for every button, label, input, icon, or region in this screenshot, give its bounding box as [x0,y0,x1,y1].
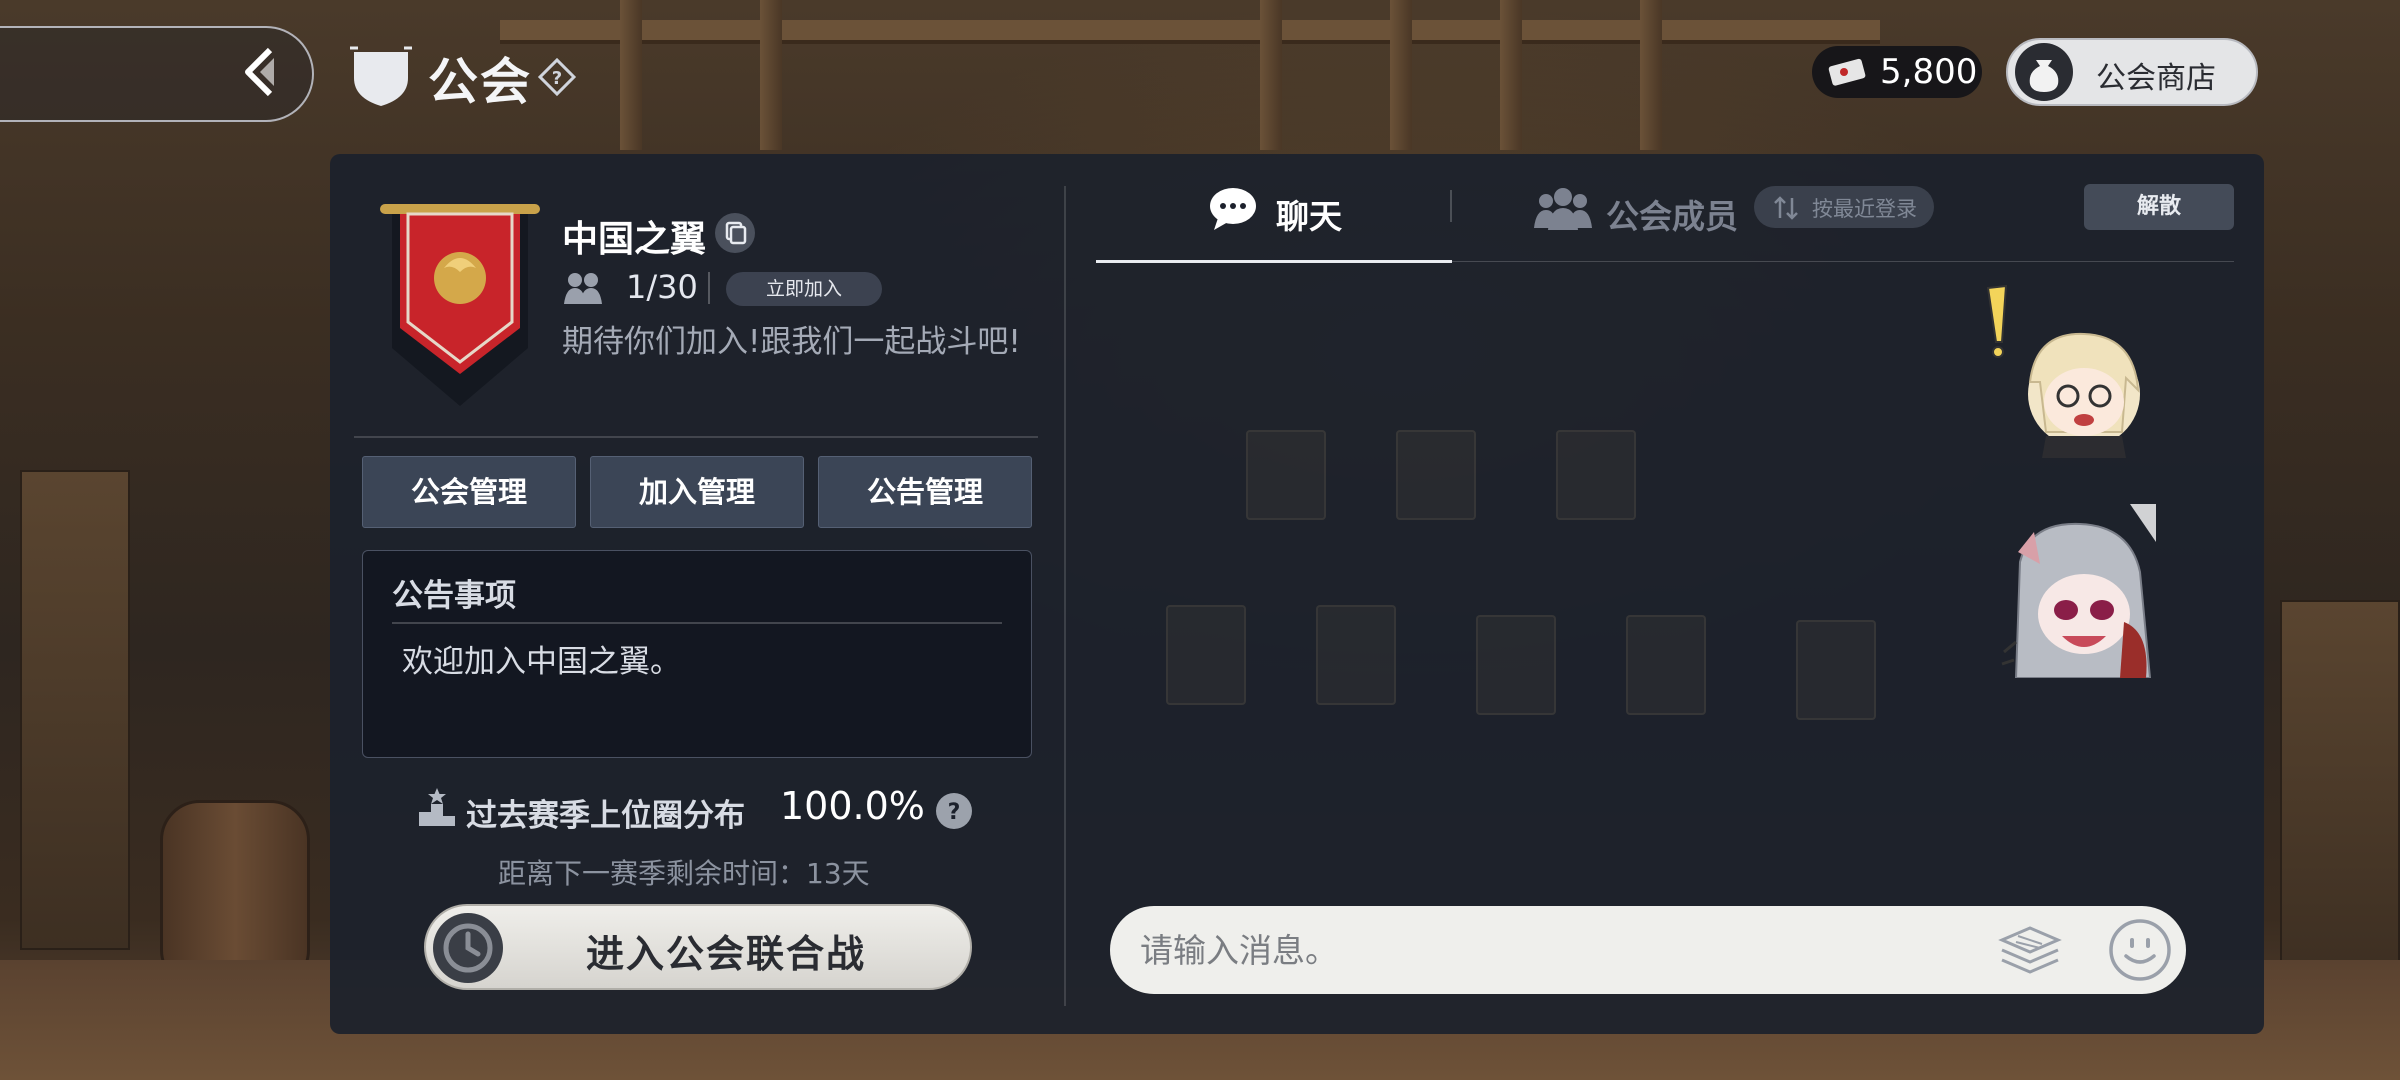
guild-banner-emblem [380,204,540,406]
blonde-girl-exclaim-sticker[interactable] [1976,282,2146,458]
notice-body: 欢迎加入中国之翼。 [402,644,681,680]
help-icon[interactable]: ? [537,57,577,97]
layers-stack-icon[interactable] [1996,922,2064,980]
page-title: 公会 [428,53,532,111]
background-frame [1316,605,1396,705]
money-bag-icon[interactable] [2014,42,2074,102]
background-frame [1396,430,1476,520]
background-post [760,0,782,150]
ranking-label: 过去赛季上位圈分布 [466,798,745,834]
copy-icon[interactable] [714,212,756,254]
background-crate [2280,600,2400,980]
guild-description: 期待你们加入!跟我们一起战斗吧! [562,324,1021,360]
members-icon [564,273,602,304]
guild-management-button[interactable]: 公会管理 [362,456,576,528]
ticket-icon [1828,58,1866,86]
background-post [620,0,642,150]
enter-guild-war-label[interactable]: 进入公会联合战 [586,923,866,978]
members-icon[interactable] [1534,186,1592,230]
background-frame [1556,430,1636,520]
emoji-smile-icon[interactable] [2108,918,2172,982]
guild-name: 中国之翼 [562,219,707,260]
timer-icon [433,913,503,983]
background-frame [1246,430,1326,520]
season-remaining-time: 距离下一赛季剩余时间：13天 [498,857,870,890]
background-post [1390,0,1412,150]
sort-icon[interactable] [1772,194,1800,222]
background-bookshelf [20,470,130,950]
silver-hair-girl-sticker[interactable] [2000,502,2156,678]
sort-label[interactable]: 按最近登录 [1812,193,1917,223]
background-frame [1476,615,1556,715]
podium-icon [419,788,455,826]
svg-text:?: ? [948,800,961,825]
member-count: 1/30 [626,268,698,306]
svg-text:?: ? [552,68,562,89]
divider [392,622,1002,624]
background-post [1260,0,1282,150]
divider [708,272,710,304]
join-now-button[interactable]: 立即加入 [726,272,882,306]
divider [354,436,1038,438]
background-railing [500,20,1880,44]
help-icon[interactable]: ? [935,792,973,830]
disband-button[interactable]: 解散 [2084,184,2234,230]
currency-value: 5,800 [1880,52,1978,92]
background-frame [1626,615,1706,715]
panel-divider [1064,186,1066,1006]
divider [1096,261,2234,262]
background-frame [1796,620,1876,720]
guild-shop-label[interactable]: 公会商店 [2096,53,2216,97]
divider [1450,190,1452,222]
chat-bubble-icon[interactable] [1208,186,1258,232]
notice-management-button[interactable]: 公告管理 [818,456,1032,528]
tab-guild-members[interactable]: 公会成员 [1606,190,1738,238]
background-frame [1166,605,1246,705]
join-management-button[interactable]: 加入管理 [590,456,804,528]
back-arrow-icon[interactable] [234,44,290,100]
background-post [1640,0,1662,150]
guild-shield-icon [350,46,412,106]
ranking-value: 100.0% [780,784,925,828]
background-post [1500,0,1522,150]
tab-chat[interactable]: 聊天 [1276,190,1342,238]
notice-title: 公告事项 [392,578,516,614]
